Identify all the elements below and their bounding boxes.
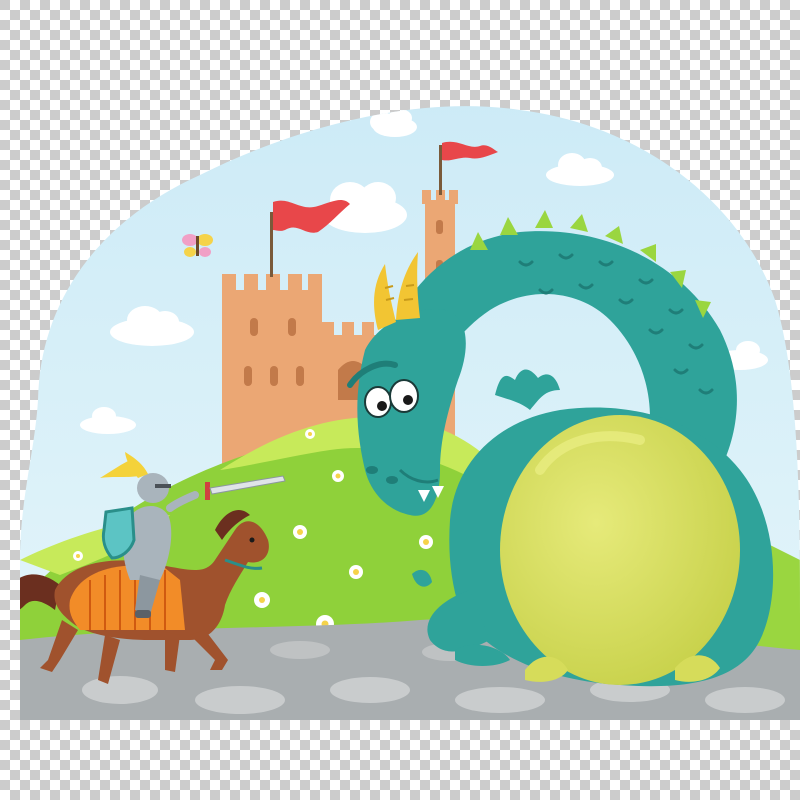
illustration: [0, 0, 800, 800]
flower-icon: [419, 535, 433, 549]
dragon-eye-left-icon: [364, 386, 392, 418]
dragon-eye-right-icon: [389, 379, 419, 413]
flower-icon: [332, 470, 344, 482]
knight-dragon-scene: [0, 0, 800, 800]
flower-icon: [305, 429, 315, 439]
flower-icon: [349, 565, 363, 579]
knight-shield-icon: [101, 506, 136, 560]
flower-icon: [254, 592, 270, 608]
flower-icon: [73, 551, 83, 561]
flower-icon: [293, 525, 307, 539]
